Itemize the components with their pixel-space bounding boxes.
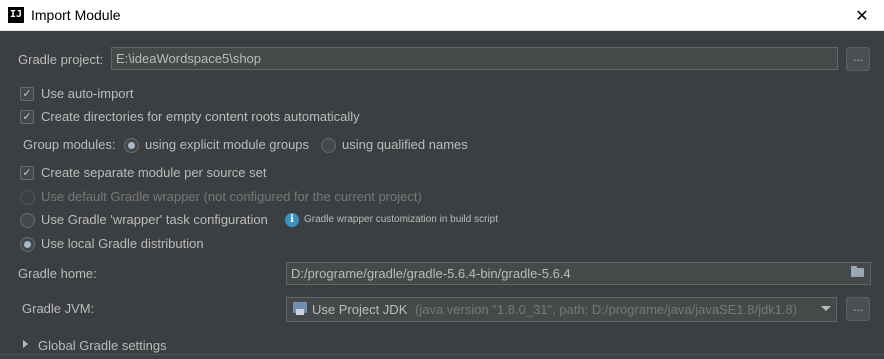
local-distribution-label: Use local Gradle distribution: [41, 236, 204, 251]
wrapper-task-label: Use Gradle 'wrapper' task configuration: [41, 212, 268, 227]
group-modules-label: Group modules:: [23, 137, 116, 152]
separate-module-checkbox[interactable]: ✓: [20, 166, 34, 180]
group-modules-qualified-radio[interactable]: [321, 138, 336, 153]
jdk-icon: [293, 302, 307, 315]
gradle-jvm-browse-button[interactable]: ...: [846, 297, 870, 321]
wrapper-task-radio[interactable]: [20, 213, 35, 228]
default-wrapper-radio: [20, 190, 35, 205]
gradle-home-input[interactable]: D:/programe/gradle/gradle-5.6.4-bin/grad…: [286, 262, 871, 285]
create-directories-label: Create directories for empty content roo…: [41, 109, 360, 124]
info-icon: i: [285, 213, 299, 227]
auto-import-checkbox[interactable]: ✓: [20, 87, 34, 101]
folder-icon[interactable]: [851, 266, 864, 277]
global-gradle-settings-toggle[interactable]: Global Gradle settings: [38, 338, 167, 353]
group-modules-qualified-label: using qualified names: [342, 137, 468, 152]
local-distribution-radio[interactable]: [20, 237, 35, 252]
gradle-jvm-value: Use Project JDK: [312, 302, 408, 317]
gradle-project-input[interactable]: E:\ideaWordspace5\shop: [111, 47, 838, 70]
gradle-jvm-select[interactable]: Use Project JDK (java version "1.8.0_31"…: [286, 297, 837, 322]
separate-module-label: Create separate module per source set: [41, 165, 267, 180]
gradle-project-label: Gradle project:: [18, 52, 104, 67]
title-bar: IJ Import Module ✕: [0, 0, 884, 31]
expand-arrow-icon[interactable]: [23, 340, 28, 348]
close-button[interactable]: ✕: [840, 0, 884, 30]
create-directories-checkbox[interactable]: ✓: [20, 110, 34, 124]
gradle-home-label: Gradle home:: [18, 266, 97, 281]
gradle-jvm-detail: (java version "1.8.0_31", path: D:/progr…: [415, 302, 798, 317]
import-module-dialog: IJ Import Module ✕ Gradle project: E:\id…: [0, 0, 884, 359]
group-modules-explicit-label: using explicit module groups: [145, 137, 310, 152]
gradle-jvm-label: Gradle JVM:: [22, 301, 95, 316]
auto-import-label: Use auto-import: [41, 86, 134, 101]
intellij-app-icon: IJ: [8, 7, 24, 23]
window-title: Import Module: [31, 7, 121, 23]
separator: [0, 354, 884, 355]
group-modules-explicit-radio[interactable]: [124, 138, 139, 153]
wrapper-hint-text: Gradle wrapper customization in build sc…: [304, 214, 498, 225]
chevron-down-icon[interactable]: [821, 306, 831, 311]
gradle-project-browse-button[interactable]: ...: [846, 47, 870, 71]
default-wrapper-label: Use default Gradle wrapper (not configur…: [41, 189, 422, 204]
